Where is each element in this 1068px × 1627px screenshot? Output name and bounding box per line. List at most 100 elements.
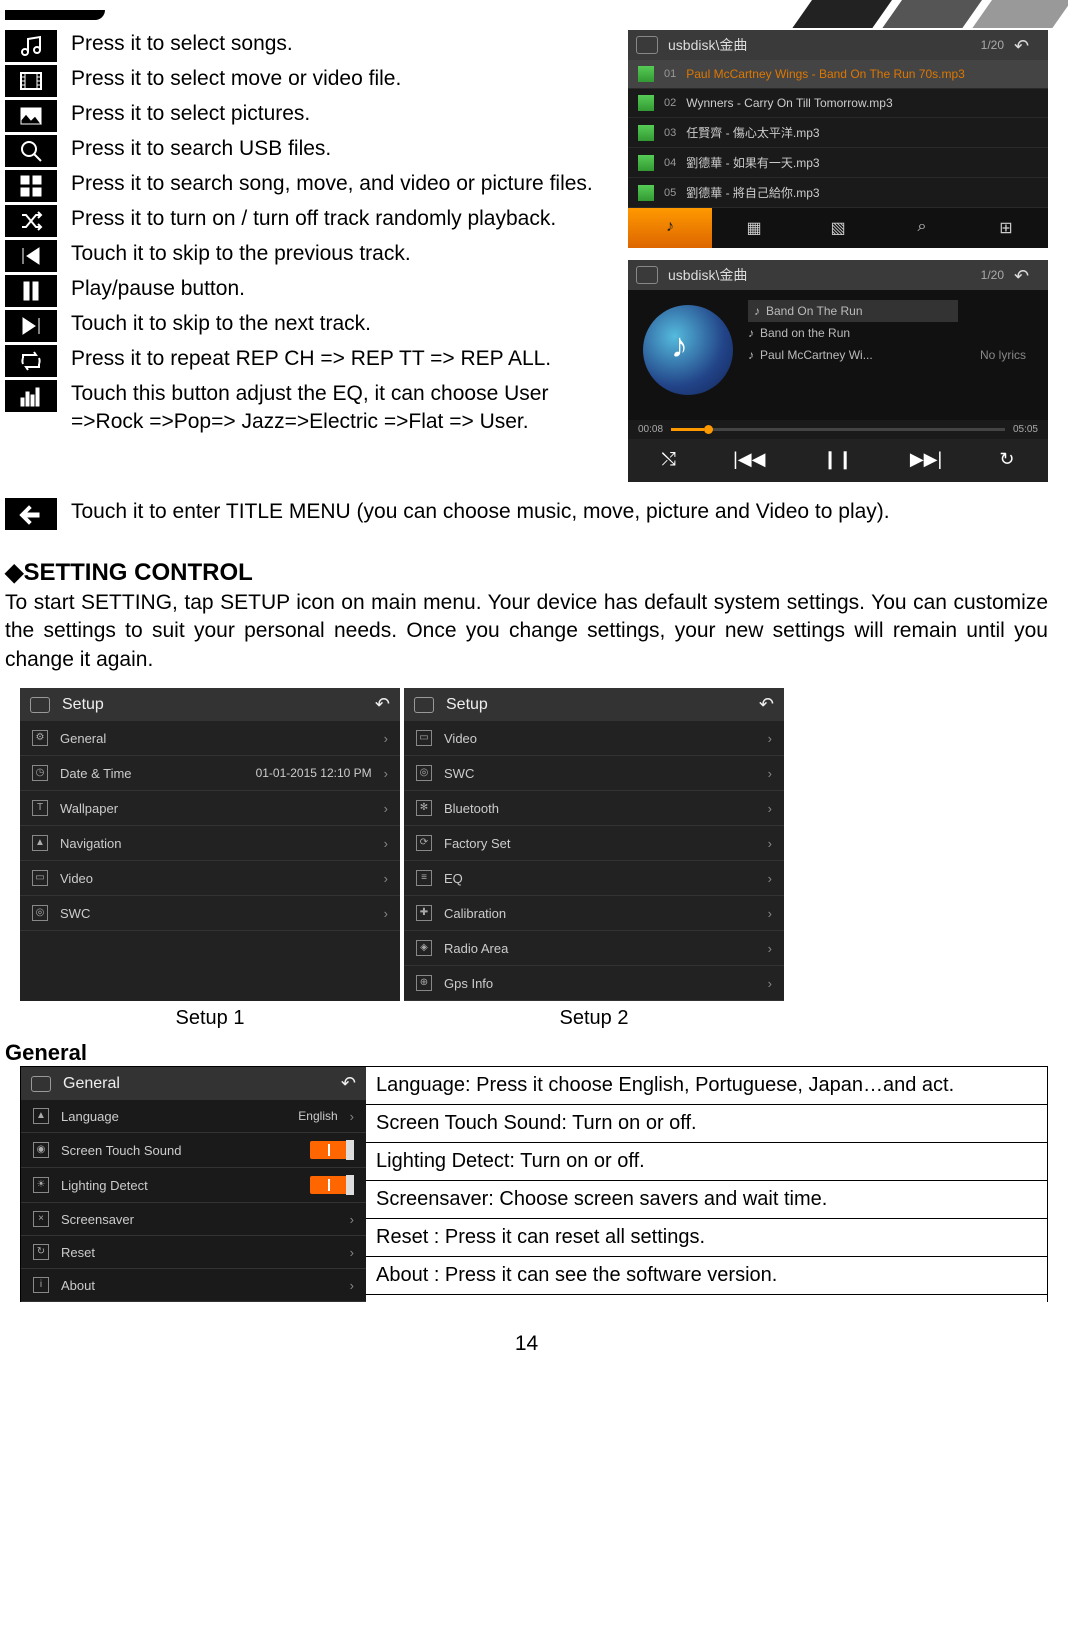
chevron-icon: › [768,941,772,956]
setup2-caption: Setup 2 [404,1007,784,1030]
setup-panel-1: Setup↶ ⚙General›◷Date & Time01-01-2015 1… [20,688,400,1001]
setup-item: ⊕Gps Info› [404,966,784,1001]
track-label: 劉德華 - 如果有一天.mp3 [686,154,819,171]
track-num: 03 [664,127,676,139]
control-icon: ↻ [999,449,1014,470]
album-art [643,305,733,395]
general-heading: General [5,1040,1048,1066]
setup-panel-2: Setup↶ ▭Video›◎SWC›✻Bluetooth›⟳Factory S… [404,688,784,1001]
general-item: ↻Reset› [21,1236,366,1269]
item-label: Video [60,871,384,886]
setup-item: ✻Bluetooth› [404,791,784,826]
item-icon: ≡ [416,870,432,886]
chevron-icon: › [768,801,772,816]
player-tab: ♪ [628,208,712,248]
general-item: ☀Lighting Detect [21,1168,366,1203]
item-label: Calibration [444,906,768,921]
music-icon [5,30,57,62]
item-value: English [298,1109,337,1123]
item-label: SWC [444,766,768,781]
setup-item: ▭Video› [404,721,784,756]
eq-icon [5,380,57,412]
item-label: Radio Area [444,941,768,956]
track-num: 04 [664,157,676,169]
item-icon: ✚ [416,905,432,921]
setup-item: ⟳ Factory Set› [404,826,784,861]
item-label: Screen Touch Sound [61,1143,310,1158]
item-label: Lighting Detect [61,1178,310,1193]
setup-item: ◎SWC› [404,756,784,791]
setup-title: Setup [446,696,759,714]
setup-item: ◷Date & Time01-01-2015 12:10 PM› [20,756,400,791]
chevron-icon: › [768,871,772,886]
chevron-icon: › [768,906,772,921]
home-icon [30,697,50,713]
item-label: Factory Set [444,836,768,851]
header-diagonals [648,0,1068,28]
item-icon: ◷ [32,765,48,781]
home-icon [636,266,658,284]
chevron-icon: › [768,976,772,991]
general-desc-cell: Reset : Press it can reset all settings. [366,1219,1047,1257]
item-icon: ▲ [32,835,48,851]
chevron-icon: › [384,906,388,921]
item-label: Navigation [60,836,384,851]
item-label: Language [61,1109,298,1124]
time-bar: 00:08 05:05 [628,420,1048,439]
setup-item: ≡ EQ› [404,861,784,896]
progress-line [671,428,1005,431]
item-label: Gps Info [444,976,768,991]
note-icon [638,95,654,111]
setup-item: ◎SWC› [20,896,400,931]
control-icon: |◀◀ [733,449,765,470]
item-icon: i [33,1277,49,1293]
general-panel: General↶ ▲LanguageEnglish›◉Screen Touch … [21,1067,366,1302]
home-icon [31,1076,51,1092]
player-path: usbdisk\金曲 [668,265,981,285]
track-label: Wynners - Carry On Till Tomorrow.mp3 [686,96,892,110]
icon-desc: Touch it to enter TITLE MENU (you can ch… [71,498,890,526]
setup-item: ▭Video› [20,861,400,896]
icon-desc: Touch it to skip to the previous track. [71,240,411,268]
search-icon [5,135,57,167]
setup-item: ⚙General› [20,721,400,756]
general-descriptions: Language: Press it choose English, Portu… [366,1067,1047,1302]
chevron-icon: › [768,836,772,851]
setup1-caption: Setup 1 [20,1007,400,1030]
home-icon [414,697,434,713]
back-icon [5,498,57,530]
icon-desc: Press it to select move or video file. [71,65,401,93]
item-icon: ▭ [416,730,432,746]
track-label: Paul McCartney Wings - Band On The Run 7… [686,67,965,81]
item-icon: ⟳ [416,835,432,851]
item-label: SWC [60,906,384,921]
icon-desc: Press it to search USB files. [71,135,331,163]
playlist-row: 05劉德華 - 將自己給你.mp3 [628,178,1048,208]
header-bar [5,10,105,20]
icon-desc: Press it to select songs. [71,30,293,58]
item-label: General [60,731,384,746]
chevron-icon: › [384,871,388,886]
picture-icon [5,100,57,132]
now-playing-track: ♪Paul McCartney Wi... [748,344,958,366]
general-desc-cell: Language: Press it choose English, Portu… [366,1067,1047,1105]
setup-item: TWallpaper› [20,791,400,826]
chevron-icon: › [350,1245,354,1260]
item-icon: ◉ [33,1142,49,1158]
back-icon: ↶ [1014,36,1040,54]
repeat-icon [5,345,57,377]
player-count: 1/20 [981,268,1004,282]
shuffle-icon [5,205,57,237]
setup-item: ✚ Calibration› [404,896,784,931]
item-icon: ◎ [416,765,432,781]
toggle-on [310,1176,354,1194]
note-icon [638,185,654,201]
chevron-icon: › [350,1278,354,1293]
item-label: Reset [61,1245,350,1260]
icon-desc: Press it to repeat REP CH => REP TT => R… [71,345,551,373]
back-icon: ↶ [341,1073,356,1094]
item-label: Date & Time [60,766,256,781]
general-title: General [63,1075,341,1093]
item-label: EQ [444,871,768,886]
now-playing-track: ♪Band On The Run [748,300,958,322]
